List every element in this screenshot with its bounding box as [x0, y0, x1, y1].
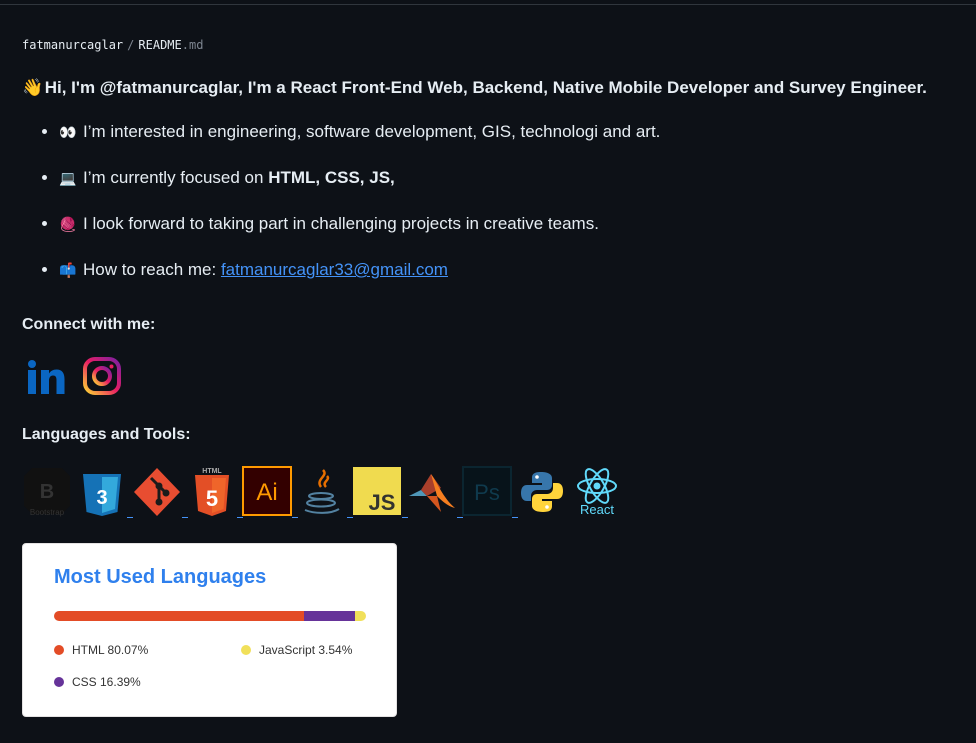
- legend-label: HTML 80.07%: [72, 643, 149, 657]
- python-icon: [521, 472, 563, 512]
- breadcrumb: fatmanurcaglar / README.md: [22, 38, 203, 52]
- svg-text:Ai: Ai: [256, 479, 277, 506]
- tool-css3[interactable]: 3: [77, 466, 133, 518]
- legend-dot: [241, 645, 251, 655]
- react-icon: React: [577, 468, 617, 517]
- tool-bootstrap[interactable]: B Bootstrap: [22, 466, 72, 518]
- svg-text:Ps: Ps: [474, 480, 500, 505]
- instagram-icon[interactable]: [82, 356, 122, 396]
- mailbox-icon: 📫: [59, 262, 77, 278]
- language-segment-javascript: [354, 611, 366, 621]
- tool-html5[interactable]: HTML 5: [187, 466, 243, 518]
- list-item: 💻 I’m currently focused on HTML, CSS, JS,: [59, 164, 660, 210]
- tool-react[interactable]: React: [572, 466, 622, 518]
- breadcrumb-user[interactable]: fatmanurcaglar: [22, 38, 123, 52]
- top-divider: [0, 4, 976, 5]
- tool-illustrator[interactable]: Ai: [242, 466, 298, 518]
- tool-python[interactable]: [517, 466, 567, 518]
- illustrator-icon: Ai: [242, 466, 292, 516]
- legend-label: CSS 16.39%: [72, 675, 141, 689]
- svg-text:Bootstrap: Bootstrap: [30, 508, 65, 517]
- bootstrap-icon: B Bootstrap: [24, 468, 70, 517]
- email-link[interactable]: fatmanurcaglar33@gmail.com: [221, 260, 448, 279]
- language-progress-bar: [54, 611, 366, 621]
- tool-git[interactable]: [132, 466, 188, 518]
- css3-icon: 3: [83, 474, 121, 516]
- javascript-icon: JS: [353, 467, 401, 515]
- yarn-icon: 🧶: [59, 216, 77, 232]
- legend-dot: [54, 677, 64, 687]
- git-icon: [134, 468, 180, 516]
- tool-photoshop[interactable]: Ps: [462, 466, 518, 518]
- svg-text:B: B: [40, 481, 54, 503]
- language-segment-css: [303, 611, 355, 621]
- tool-javascript[interactable]: JS: [352, 466, 408, 518]
- svg-text:React: React: [580, 502, 614, 517]
- connect-heading: Connect with me:: [22, 316, 156, 333]
- matlab-icon: [409, 474, 455, 512]
- readme-heading: 👋 Hi, I'm @fatmanurcaglar, I'm a React F…: [22, 78, 927, 98]
- legend-item-css: CSS 16.39%: [54, 675, 141, 689]
- legend-dot: [54, 645, 64, 655]
- list-item: 👀 I’m interested in engineering, software…: [59, 118, 660, 164]
- language-segment-html: [54, 611, 304, 621]
- svg-text:3: 3: [96, 487, 107, 509]
- tools-list: B Bootstrap 3 HTML 5 Ai JS Ps React: [22, 466, 622, 518]
- list-item-bold: HTML, CSS, JS,: [268, 168, 395, 187]
- list-item-text: How to reach me:: [83, 260, 221, 279]
- tool-java[interactable]: [297, 466, 353, 518]
- html5-icon: HTML 5: [195, 468, 229, 516]
- heading-text: Hi, I'm @fatmanurcaglar, I'm a React Fro…: [44, 78, 927, 97]
- breadcrumb-file: README: [138, 38, 182, 52]
- tools-heading: Languages and Tools:: [22, 426, 191, 443]
- laptop-icon: 💻: [59, 170, 77, 186]
- intro-list: 👀 I’m interested in engineering, software…: [37, 118, 660, 302]
- list-item-text: I’m currently focused on: [83, 168, 269, 187]
- breadcrumb-ext: .md: [181, 38, 204, 52]
- waving-hand-icon: 👋: [22, 78, 44, 97]
- list-item-text: I look forward to taking part in challen…: [83, 214, 599, 233]
- legend-item-javascript: JavaScript 3.54%: [241, 643, 352, 657]
- breadcrumb-separator: /: [127, 38, 135, 52]
- svg-text:5: 5: [206, 486, 218, 511]
- java-icon: [304, 469, 340, 514]
- list-item: 🧶 I look forward to taking part in challe…: [59, 210, 660, 256]
- svg-text:JS: JS: [369, 490, 396, 515]
- svg-text:HTML: HTML: [202, 468, 222, 475]
- card-title: Most Used Languages: [54, 566, 267, 588]
- list-item-text: I’m interested in engineering, software …: [83, 122, 661, 141]
- list-item: 📫 How to reach me: fatmanurcaglar33@gmail…: [59, 256, 660, 302]
- photoshop-icon: Ps: [462, 466, 512, 516]
- tool-matlab[interactable]: [407, 466, 463, 518]
- legend-label: JavaScript 3.54%: [259, 643, 353, 657]
- eyes-icon: 👀: [59, 124, 77, 140]
- legend-item-html: HTML 80.07%: [54, 643, 148, 657]
- linkedin-icon[interactable]: [26, 356, 66, 396]
- social-links: [26, 356, 122, 396]
- most-used-languages-card: Most Used Languages HTML 80.07% JavaScri…: [22, 543, 397, 717]
